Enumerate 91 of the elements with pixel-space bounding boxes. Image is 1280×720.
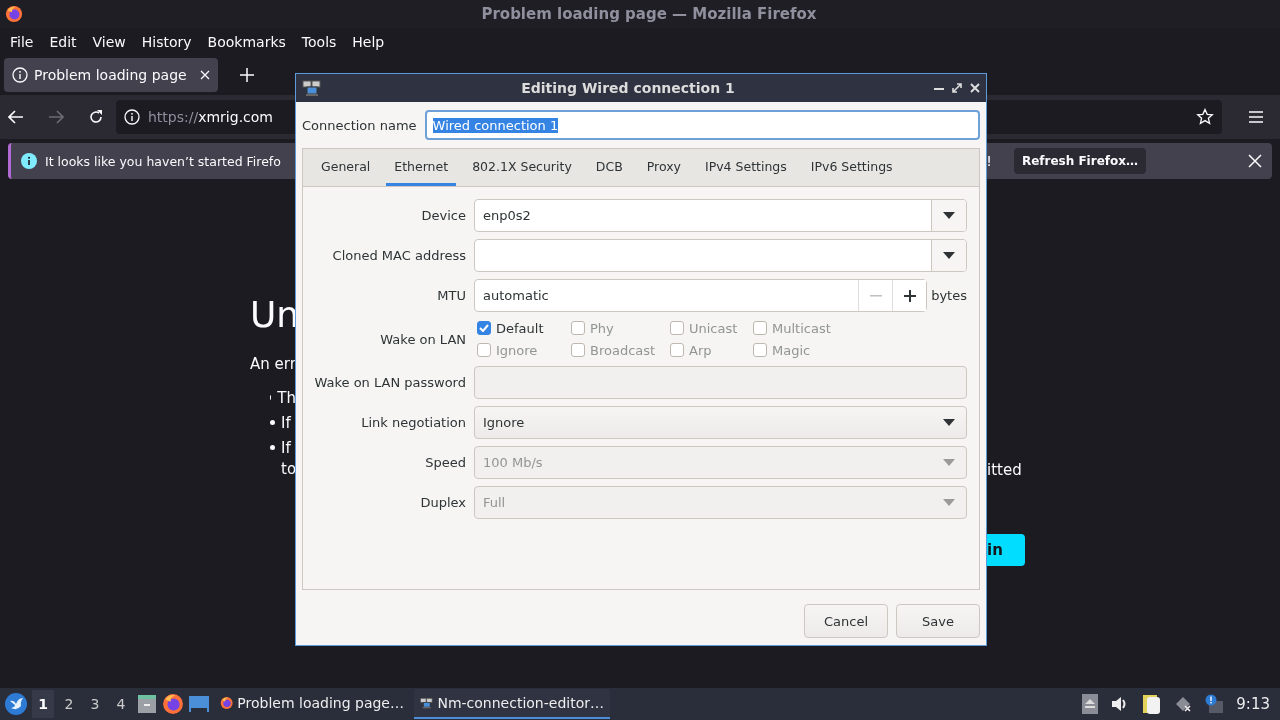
back-icon[interactable] [8,110,24,124]
checkbox[interactable]: Default [477,319,571,337]
dropdown-arrow-icon [943,252,955,259]
settings-tab[interactable]: 802.1X Security [464,149,580,186]
menu-item[interactable]: File [2,33,42,50]
clock: 9:13 [1236,695,1270,713]
menu-item[interactable]: Bookmarks [199,33,294,50]
window-icon[interactable] [188,694,210,714]
dialog-button[interactable]: Cancel [804,604,888,638]
field-label: Cloned MAC address [331,248,466,263]
combo-field[interactable]: enp0s2 [474,199,967,232]
workspace-button[interactable]: 2 [58,690,80,718]
star-icon[interactable] [1196,108,1214,126]
notification-text: ! [986,153,992,169]
dropdown-button[interactable] [931,240,966,271]
error-text: An err [250,355,296,373]
error-heading: Un [250,295,296,335]
info-icon [12,67,28,83]
browser-logo-icon [5,5,23,23]
dialog-title: Editing Wired connection 1 [520,80,736,96]
notification-icon[interactable] [1204,694,1225,714]
maximize-icon[interactable] [952,83,962,93]
window-title: Problem loading page — Mozilla Firefox [480,5,818,23]
list-text: itted [987,461,1022,479]
taskbar-task[interactable]: Problem loading page… [214,689,410,719]
info-icon [124,109,140,125]
field-value: Ignore [482,415,526,430]
file-cabinet-icon[interactable] [136,693,158,715]
eject-icon[interactable] [1082,694,1099,714]
forward-icon[interactable] [48,110,64,124]
check-icon [479,324,489,332]
menu-item[interactable]: View [84,33,134,50]
list-text: to [281,460,296,478]
dropdown[interactable]: Ignore [474,406,967,439]
spin-field[interactable]: automatic [474,279,928,312]
browser-tab[interactable]: Problem loading page [4,58,218,92]
network-computers-icon [302,79,322,97]
settings-tab[interactable]: Ethernet [386,149,457,186]
field-label: Device [420,208,466,223]
settings-tab[interactable]: General [313,149,379,186]
refresh-button[interactable]: Refresh Firefox… [1013,148,1146,174]
dropdown-arrow-icon [943,459,955,466]
dropdown-arrow-icon [943,419,955,426]
minus-icon [869,294,882,297]
increment-button[interactable] [892,280,927,311]
network-icon[interactable] [1174,695,1193,713]
combo-field[interactable] [474,239,967,272]
taskbar-task[interactable]: Nm-connection-editor… [414,689,610,719]
menu-item[interactable]: History [133,33,200,50]
list-text: If [281,438,291,457]
field-value: enp0s2 [482,208,532,223]
field-label: Duplex [419,495,466,510]
unit-label: bytes [931,288,967,303]
settings-tab[interactable]: IPv6 Settings [802,149,901,186]
dropdown-arrow-icon [943,499,955,506]
workspace-button[interactable]: 1 [32,690,54,718]
field-value: Full [482,495,507,510]
field-label: Speed [424,455,466,470]
workspace-button[interactable]: 4 [110,690,132,718]
connection-name-field[interactable]: Wired connection 1 [424,110,980,140]
info-icon [21,153,37,169]
menu-item[interactable]: Tools [293,33,345,50]
checkbox-box[interactable] [477,321,491,335]
settings-tab[interactable]: Proxy [638,149,689,186]
menu-icon[interactable] [1248,110,1264,124]
dialog-button[interactable]: Save [896,604,980,638]
settings-tab[interactable]: IPv4 Settings [696,149,795,186]
primary-button[interactable]: in [987,534,1025,566]
notification-text: It looks like you haven’t started Firefo [45,153,281,169]
browser-logo-icon [162,693,184,715]
settings-tab[interactable]: DCB [587,149,631,186]
field-label: Connection name [302,117,417,133]
reload-icon[interactable] [88,109,104,125]
field-label: Link negotiation [360,415,466,430]
clipboard-icon[interactable] [1142,693,1163,715]
field-label: MTU [436,288,466,303]
list-text: Th [277,388,296,407]
field-value: 100 Mb/s [482,455,544,470]
workspace-button[interactable]: 3 [84,690,106,718]
dropdown-arrow-icon [943,212,955,219]
close-icon[interactable] [970,83,980,93]
plus-icon [903,289,916,302]
dropdown-button[interactable] [931,200,966,231]
field-label: Wake on LAN [379,331,466,347]
menu-item[interactable]: Help [344,33,393,50]
list-text: If [281,413,291,432]
new-tab-icon[interactable] [240,68,254,82]
menu-item[interactable]: Edit [41,33,85,50]
bird-logo-icon[interactable] [4,692,28,716]
field-value: automatic [482,288,550,303]
field-label: Wake on LAN password [313,375,466,390]
